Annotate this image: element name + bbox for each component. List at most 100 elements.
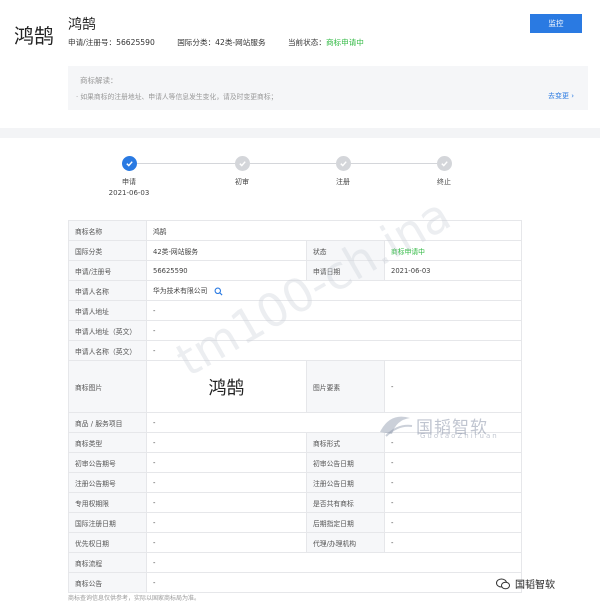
change-link[interactable]: 去变更 › — [548, 91, 574, 101]
row-value: - — [384, 432, 522, 453]
row-key: 是否共有商标 — [306, 492, 385, 513]
step-label: 初审 — [235, 178, 249, 186]
applicant-cell: 华为技术有限公司 — [146, 280, 522, 301]
trademark-image: 鸿鹄 — [146, 360, 307, 413]
row-key: 后期指定日期 — [306, 512, 385, 533]
row-key: 初审公告日期 — [306, 452, 385, 473]
table-row: 优先权日期 - 代理/办理机构 - — [68, 532, 522, 553]
row-value: - — [384, 512, 522, 533]
trademark-detail-page: 鸿鹄 鸿鹄 申请/注册号：56625590 国际分类：42类-网站服务 当前状态… — [0, 0, 600, 610]
table-row: 专用权期限 - 是否共有商标 - — [68, 492, 522, 513]
check-icon — [335, 156, 351, 171]
table-row: 申请人名称（英文） - — [68, 340, 522, 361]
step-register: 注册 — [313, 156, 373, 187]
search-icon[interactable] — [214, 287, 223, 296]
step-apply: 申请 2021-06-03 — [99, 156, 159, 197]
table-row: 商品 / 服务项目 - — [68, 412, 522, 433]
row-value: - — [146, 320, 522, 341]
table-row: 商标类型 - 商标形式 - — [68, 432, 522, 453]
table-row: 商标流程 - — [68, 552, 522, 573]
check-icon — [436, 156, 452, 171]
trademark-logo: 鸿鹄 — [14, 24, 54, 48]
class-value: 42类-网站服务 — [215, 38, 266, 47]
status-value: 商标申请中 — [325, 38, 364, 47]
row-value: - — [146, 552, 522, 573]
row-value: - — [146, 472, 307, 493]
row-value: 56625590 — [146, 260, 307, 281]
progress-steps: 申请 2021-06-03 初审 注册 终止 — [0, 138, 600, 208]
check-icon — [121, 156, 137, 171]
row-value: 42类-网站服务 — [146, 240, 307, 261]
trademark-info-table: 商标名称 鸿鹄 国际分类 42类-网站服务 状态 商标申请中 申请/注册号 56… — [68, 220, 522, 593]
wechat-icon — [496, 578, 510, 589]
reg-no-value: 56625590 — [116, 38, 155, 47]
row-key: 注册公告期号 — [68, 472, 147, 493]
row-value: - — [146, 572, 522, 593]
row-value: - — [384, 532, 522, 553]
row-value: - — [146, 492, 307, 513]
row-value: 鸿鹄 — [146, 220, 522, 241]
table-row: 申请人名称 华为技术有限公司 — [68, 280, 522, 301]
row-value: - — [146, 512, 307, 533]
row-value: - — [146, 452, 307, 473]
row-key: 状态 — [306, 240, 385, 261]
row-key: 申请人地址 — [68, 300, 147, 321]
row-value: 2021-06-03 — [384, 260, 522, 281]
row-value: - — [146, 432, 307, 453]
row-key: 图片要素 — [306, 360, 385, 413]
row-key: 商标类型 — [68, 432, 147, 453]
row-value: - — [384, 360, 522, 413]
table-row: 商标图片 鸿鹄 图片要素 - — [68, 360, 522, 413]
status-label: 当前状态： — [287, 38, 326, 47]
notice-text: · 如果商标的注册地址、申请人等信息发生变化，请及时变更商标； — [76, 93, 278, 101]
trademark-meta: 申请/注册号：56625590 国际分类：42类-网站服务 当前状态：商标申请中 — [68, 37, 364, 48]
row-key: 申请人地址（英文） — [68, 320, 147, 341]
row-key: 申请人名称（英文） — [68, 340, 147, 361]
step-label: 申请 — [122, 178, 136, 186]
table-row: 商标名称 鸿鹄 — [68, 220, 522, 241]
disclaimer-footnote: 商标查询信息仅供参考，实际以国家商标局为准。 — [68, 595, 201, 602]
row-key: 国际注册日期 — [68, 512, 147, 533]
row-key: 商标公告 — [68, 572, 147, 593]
table-row: 申请人地址 - — [68, 300, 522, 321]
table-row: 申请/注册号 56625590 申请日期 2021-06-03 — [68, 260, 522, 281]
step-date: 2021-06-03 — [108, 189, 150, 197]
table-row: 国际注册日期 - 后期指定日期 - — [68, 512, 522, 533]
step-label: 终止 — [437, 178, 451, 186]
step-label: 注册 — [336, 178, 350, 186]
table-row: 初审公告期号 - 初审公告日期 - — [68, 452, 522, 473]
status-badge: 商标申请中 — [384, 240, 522, 261]
trademark-detail-card: 申请 2021-06-03 初审 注册 终止 商标名称 鸿鹄 国际分类 42类-… — [0, 138, 600, 610]
row-key: 注册公告日期 — [306, 472, 385, 493]
row-key: 申请日期 — [306, 260, 385, 281]
row-key: 国际分类 — [68, 240, 147, 261]
trademark-title: 鸿鹄 — [68, 17, 96, 33]
reg-no-label: 申请/注册号： — [68, 38, 117, 47]
monitor-button[interactable]: 监控 — [530, 14, 582, 33]
row-key: 商标图片 — [68, 360, 147, 413]
row-key: 申请/注册号 — [68, 260, 147, 281]
row-value: - — [146, 412, 522, 433]
row-key: 商标名称 — [68, 220, 147, 241]
table-row: 国际分类 42类-网站服务 状态 商标申请中 — [68, 240, 522, 261]
notice-title: 商标解读： — [80, 76, 118, 85]
trademark-header: 鸿鹄 鸿鹄 申请/注册号：56625590 国际分类：42类-网站服务 当前状态… — [0, 0, 600, 128]
row-key: 优先权日期 — [68, 532, 147, 553]
class-label: 国际分类： — [177, 38, 216, 47]
wechat-account: 国韬智软 — [496, 576, 555, 591]
row-value: - — [384, 472, 522, 493]
row-key: 专用权期限 — [68, 492, 147, 513]
step-preliminary: 初审 — [212, 156, 272, 187]
row-key: 初审公告期号 — [68, 452, 147, 473]
check-icon — [234, 156, 250, 171]
row-value: - — [146, 532, 307, 553]
row-key: 商品 / 服务项目 — [68, 412, 147, 433]
row-key: 代理/办理机构 — [306, 532, 385, 553]
table-row: 商标公告 - — [68, 572, 522, 593]
row-value: - — [384, 452, 522, 473]
row-value: - — [146, 340, 522, 361]
row-key: 申请人名称 — [68, 280, 147, 301]
row-value: - — [146, 300, 522, 321]
applicant-name[interactable]: 华为技术有限公司 — [153, 287, 207, 295]
table-row: 注册公告期号 - 注册公告日期 - — [68, 472, 522, 493]
